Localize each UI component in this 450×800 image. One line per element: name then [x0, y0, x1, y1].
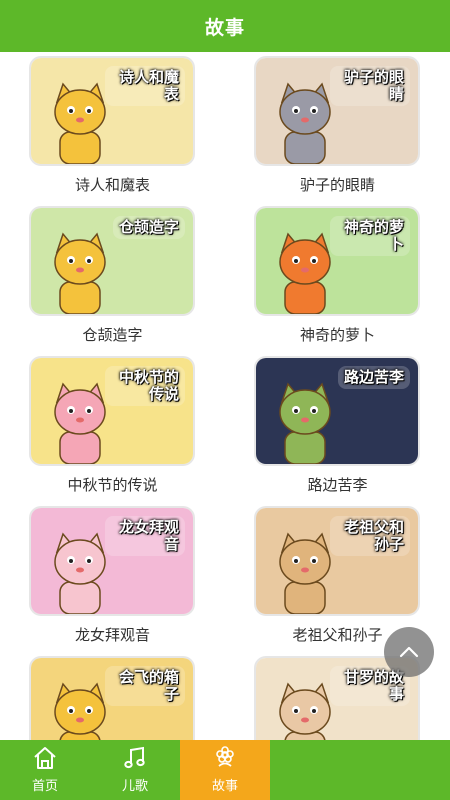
story-thumbnail[interactable]: 路边苦李	[254, 356, 420, 466]
page-title: 故事	[204, 16, 245, 39]
story-card[interactable]: 诗人和魔表 诗人和魔表	[0, 52, 225, 202]
app-header: 故事	[0, 0, 450, 52]
story-caption: 龙女拜观音	[74, 626, 150, 644]
story-thumbnail[interactable]: 中秋节的传说	[29, 356, 195, 466]
story-card[interactable]: 驴子的眼睛 驴子的眼睛	[225, 52, 450, 202]
story-title-overlay: 神奇的萝卜	[330, 216, 410, 256]
tab-songs[interactable]: 儿歌	[90, 740, 180, 800]
story-card[interactable]: 会飞的箱子	[0, 652, 225, 740]
story-title-overlay: 中秋节的传说	[105, 366, 185, 406]
story-caption: 路边苦李	[307, 476, 368, 494]
cartoon-character-icon	[54, 232, 106, 314]
flower-icon	[216, 746, 234, 767]
tab-label: 儿歌	[121, 779, 148, 794]
story-grid[interactable]: 诗人和魔表 诗人和魔表 驴子的眼睛 驴子的眼睛 仓颉造字 仓颉造字 神奇的萝卜 神奇的萝卜 中秋…	[0, 52, 450, 740]
story-caption: 诗人和魔表	[74, 176, 150, 194]
story-thumbnail[interactable]: 诗人和魔表	[29, 56, 195, 166]
scroll-to-top-button[interactable]	[384, 627, 434, 677]
story-title-overlay: 老祖父和孙子	[330, 516, 410, 556]
music-note-icon	[124, 746, 145, 769]
story-title-overlay: 仓颉造字	[112, 216, 185, 239]
tab-label: 故事	[211, 779, 238, 794]
home-icon	[34, 747, 56, 769]
story-thumbnail[interactable]: 老祖父和孙子	[254, 506, 420, 616]
story-card[interactable]: 路边苦李 路边苦李	[225, 352, 450, 502]
story-thumbnail[interactable]: 神奇的萝卜	[254, 206, 420, 316]
story-caption: 神奇的萝卜	[299, 326, 375, 344]
story-caption: 驴子的眼睛	[299, 176, 375, 194]
story-title-overlay: 驴子的眼睛	[330, 66, 410, 106]
tab-more[interactable]	[270, 740, 360, 800]
story-thumbnail[interactable]: 龙女拜观音	[29, 506, 195, 616]
tab-label: 首页	[31, 779, 58, 794]
story-thumbnail[interactable]: 会飞的箱子	[29, 656, 195, 740]
bottom-tab-bar: 首页 儿歌 故事	[0, 740, 450, 800]
story-title-overlay: 龙女拜观音	[105, 516, 185, 556]
story-thumbnail[interactable]: 仓颉造字	[29, 206, 195, 316]
story-caption: 中秋节的传说	[67, 476, 158, 494]
story-caption: 仓颉造字	[82, 326, 143, 344]
tab-stories[interactable]: 故事	[180, 740, 270, 800]
story-thumbnail[interactable]: 驴子的眼睛	[254, 56, 420, 166]
chevron-up-icon	[399, 646, 419, 658]
story-card[interactable]: 龙女拜观音 龙女拜观音	[0, 502, 225, 652]
story-title-overlay: 会飞的箱子	[105, 666, 185, 706]
story-card[interactable]: 神奇的萝卜 神奇的萝卜	[225, 202, 450, 352]
cartoon-character-icon	[279, 382, 331, 464]
tab-home[interactable]: 首页	[0, 740, 90, 800]
story-card[interactable]: 中秋节的传说 中秋节的传说	[0, 352, 225, 502]
story-title-overlay: 诗人和魔表	[105, 66, 185, 106]
story-card[interactable]: 仓颉造字 仓颉造字	[0, 202, 225, 352]
story-title-overlay: 路边苦李	[337, 366, 410, 389]
